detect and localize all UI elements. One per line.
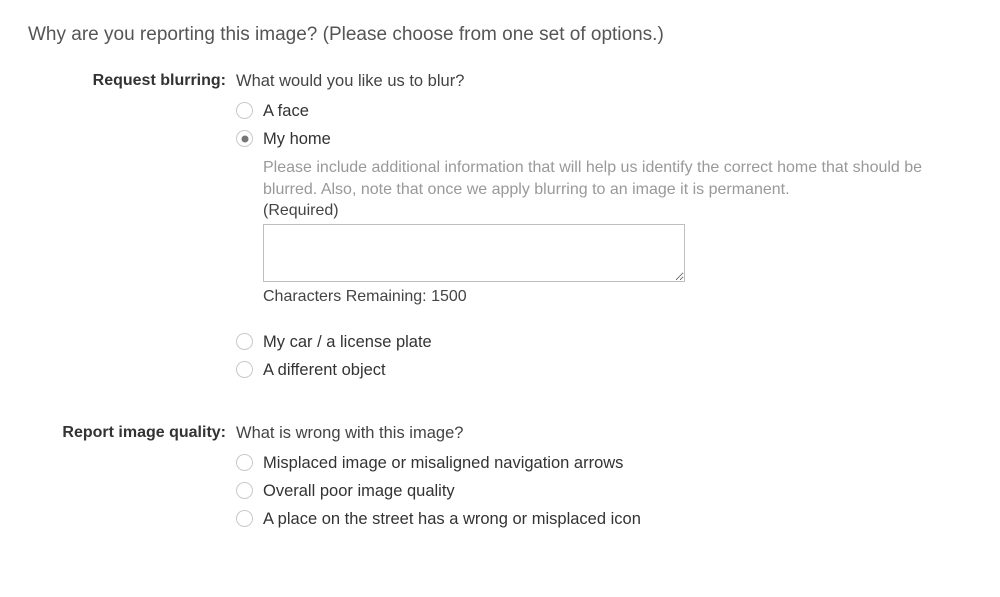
radio-row-wrong-icon: A place on the street has a wrong or mis… [236, 509, 972, 529]
radio-label-wrong-icon[interactable]: A place on the street has a wrong or mis… [263, 509, 641, 529]
home-hint-text: Please include additional information th… [263, 157, 943, 200]
section-blurring: Request blurring: What would you like us… [28, 72, 972, 388]
page-heading: Why are you reporting this image? (Pleas… [28, 24, 972, 46]
radio-label-poor[interactable]: Overall poor image quality [263, 481, 455, 501]
blurring-prompt: What would you like us to blur? [236, 72, 972, 91]
radio-row-face: A face [236, 101, 972, 121]
radio-poor[interactable] [236, 482, 253, 499]
home-detail-block: Please include additional information th… [263, 157, 943, 306]
radio-face[interactable] [236, 102, 253, 119]
required-label: (Required) [263, 202, 943, 220]
char-counter-value: 1500 [431, 288, 467, 305]
home-details-textarea[interactable] [263, 224, 685, 282]
radio-label-face[interactable]: A face [263, 101, 309, 121]
blurring-section-label: Request blurring: [28, 72, 236, 388]
section-quality: Report image quality: What is wrong with… [28, 424, 972, 537]
radio-row-poor: Overall poor image quality [236, 481, 972, 501]
radio-different[interactable] [236, 361, 253, 378]
radio-wrong-icon[interactable] [236, 510, 253, 527]
radio-car[interactable] [236, 333, 253, 350]
quality-section-label: Report image quality: [28, 424, 236, 537]
radio-row-home: My home [236, 129, 972, 149]
radio-row-different: A different object [236, 360, 972, 380]
char-counter-prefix: Characters Remaining: [263, 288, 431, 305]
radio-misplaced[interactable] [236, 454, 253, 471]
blurring-section-body: What would you like us to blur? A face M… [236, 72, 972, 388]
radio-label-car[interactable]: My car / a license plate [263, 332, 432, 352]
quality-prompt: What is wrong with this image? [236, 424, 972, 443]
radio-label-misplaced[interactable]: Misplaced image or misaligned navigation… [263, 453, 623, 473]
char-counter: Characters Remaining: 1500 [263, 288, 943, 306]
radio-row-car: My car / a license plate [236, 332, 972, 352]
radio-label-different[interactable]: A different object [263, 360, 386, 380]
radio-home[interactable] [236, 130, 253, 147]
quality-section-body: What is wrong with this image? Misplaced… [236, 424, 972, 537]
radio-row-misplaced: Misplaced image or misaligned navigation… [236, 453, 972, 473]
radio-label-home[interactable]: My home [263, 129, 331, 149]
